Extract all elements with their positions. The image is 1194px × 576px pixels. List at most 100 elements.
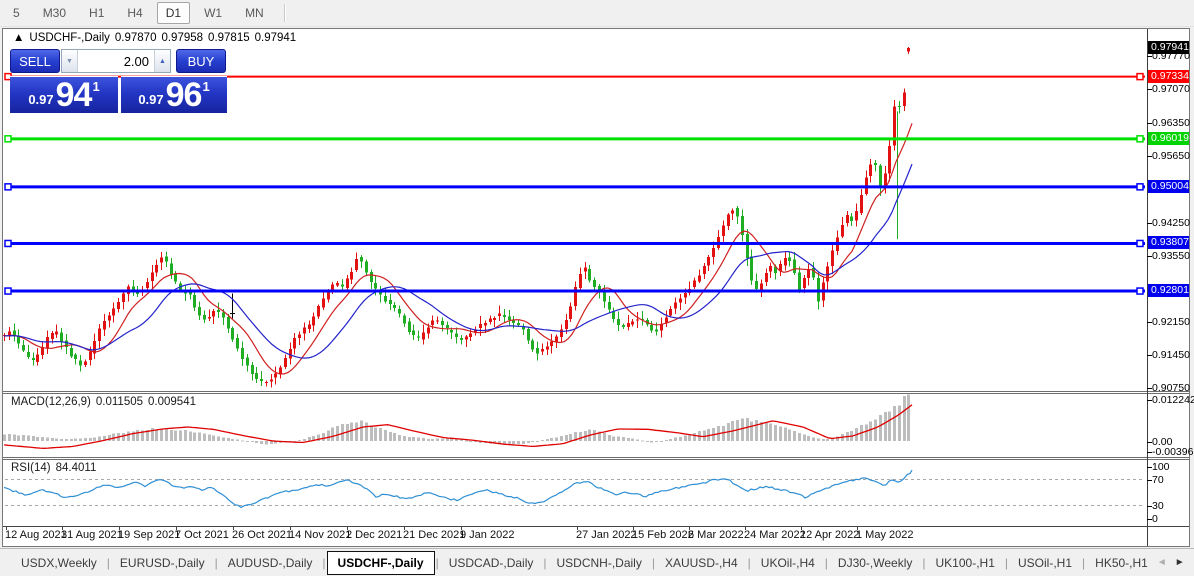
level-line-handle[interactable] (1136, 72, 1144, 81)
macd-value-signal: 0.009541 (148, 396, 196, 408)
timeframe-toolbar: 5 M30 H1 H4 D1 W1 MN (0, 0, 1194, 27)
level-line-handle[interactable] (4, 135, 12, 143)
timeframe-button-5[interactable]: 5 (4, 2, 29, 24)
sell-price-big: 94 (55, 76, 93, 114)
sell-price-prefix: 0.97 (28, 92, 54, 107)
timeframe-button-d1[interactable]: D1 (156, 2, 191, 24)
date-axis-label: 14 Nov 2021 (289, 529, 352, 541)
level-price-label: 0.96019 (1148, 131, 1189, 145)
tab-separator: | (747, 555, 751, 570)
tab-scroll-left-icon[interactable]: ◄ (1157, 557, 1167, 568)
date-axis-label: 31 Aug 2021 (61, 529, 123, 541)
volume-decrease-icon[interactable]: ▼ (62, 50, 78, 72)
timeframe-button-w1[interactable]: W1 (195, 2, 231, 24)
ohlc-close: 0.97941 (254, 32, 297, 44)
sell-button[interactable]: SELL (10, 49, 60, 73)
level-line-handle[interactable] (1136, 183, 1144, 191)
level-line-handle[interactable] (1136, 239, 1144, 248)
date-axis-label: 24 Mar 2022 (744, 529, 806, 541)
date-axis-label: 15 Feb 2022 (632, 529, 694, 541)
chart-tab-usoil-h1[interactable]: USOil-,H1 (1009, 552, 1081, 574)
level-line-handle[interactable] (1136, 135, 1144, 143)
level-price-label: 0.95004 (1148, 179, 1189, 193)
rsi-value: 84.4011 (55, 462, 97, 474)
tab-separator: | (1004, 555, 1009, 570)
chart-tab-xauusd-h4[interactable]: XAUUSD-,H4 (656, 552, 747, 574)
toolbar-divider (283, 4, 286, 22)
tab-separator: | (824, 555, 828, 570)
rsi-axis-label: 30 (1152, 500, 1164, 512)
tab-separator: | (106, 555, 110, 570)
tab-separator: | (1082, 555, 1086, 570)
price-axis-label: 0.96350 (1152, 117, 1190, 130)
tab-separator: | (651, 555, 655, 570)
price-axis-label: 0.91450 (1152, 348, 1190, 361)
volume-increase-icon[interactable]: ▲ (154, 50, 170, 72)
date-axis-label: 12 Apr 2022 (800, 529, 860, 541)
ohlc-high: 0.97958 (161, 32, 204, 44)
level-line-handle[interactable] (1136, 287, 1144, 295)
macd-indicator-label: MACD(12,26,9) 0.011505 0.009541 (11, 396, 201, 408)
tab-separator: | (922, 555, 926, 570)
date-axis-label: 26 Oct 2021 (232, 529, 292, 541)
date-axis-label: 19 Sep 2021 (118, 529, 181, 541)
chart-tab-usdcad-daily[interactable]: USDCAD-,Daily (440, 552, 543, 574)
chart-ohlc-title: ▲ USDCHF-,Daily 0.97870 0.97958 0.97815 0.979… (13, 32, 301, 44)
level-line-handle[interactable] (4, 183, 12, 191)
price-axis-label: 0.90750 (1152, 382, 1190, 395)
level-price-label: 0.92801 (1148, 284, 1189, 298)
tab-separator: | (543, 555, 547, 570)
chart-tab-hk50-h1[interactable]: HK50-,H1 (1086, 552, 1157, 574)
date-axis-label: 1 May 2022 (856, 529, 914, 541)
chart-tab-audusd-daily[interactable]: AUDUSD-,Daily (219, 552, 322, 574)
buy-price-prefix: 0.97 (138, 92, 164, 107)
chart-tab-dj30-weekly[interactable]: DJ30-,Weekly (829, 552, 921, 574)
macd-axis-label: -0.003963 (1152, 446, 1194, 458)
timeframe-button-m30[interactable]: M30 (34, 2, 75, 24)
macd-axis-label: 0.012242 (1152, 394, 1194, 406)
tab-scroll-right-icon[interactable]: ► (1175, 557, 1185, 568)
buy-price-big: 96 (165, 76, 203, 114)
chart-tab-ukoil-h4[interactable]: UKOil-,H4 (752, 552, 824, 574)
chart-tab-eurusd-daily[interactable]: EURUSD-,Daily (111, 552, 214, 574)
price-axis-label: 0.97070 (1152, 83, 1190, 96)
timeframe-button-h1[interactable]: H1 (80, 2, 113, 24)
volume-input[interactable]: 2.00 (78, 50, 154, 72)
date-axis-label: 12 Aug 2021 (5, 529, 67, 541)
level-price-label: 0.93807 (1148, 236, 1189, 250)
level-price-label: 0.97334 (1148, 69, 1189, 83)
symbol-name: USDCHF-,Daily (29, 32, 110, 44)
date-axis-label: 9 Jan 2022 (460, 529, 515, 541)
buy-price-pip: 1 (202, 79, 210, 94)
price-axis-label: 0.92150 (1152, 315, 1190, 328)
chart-tab-usdchf-daily[interactable]: USDCHF-,Daily (326, 550, 435, 575)
rsi-axis-label: 0 (1152, 513, 1158, 525)
rsi-name: RSI(14) (11, 462, 51, 474)
buy-button[interactable]: BUY (176, 49, 226, 73)
tab-separator: | (322, 555, 326, 570)
timeframe-button-mn[interactable]: MN (236, 2, 273, 24)
chart-tab-bar: USDX,Weekly | EURUSD-,Daily | AUDUSD-,Daily |… (0, 548, 1194, 576)
symbol-marker-icon: ▲ (13, 32, 25, 44)
date-axis-label: 2 Dec 2021 (346, 529, 403, 541)
level-line-handle[interactable] (4, 287, 12, 295)
ohlc-open: 0.97870 (114, 32, 157, 44)
price-axis-label: 0.95650 (1152, 150, 1190, 163)
sell-price-display[interactable]: 0.97 94 1 (10, 76, 118, 113)
chart-tab-uk100-h1[interactable]: UK100-,H1 (927, 552, 1004, 574)
price-axis-label: 0.94250 (1152, 216, 1190, 229)
chart-tab-usdcnh-daily[interactable]: USDCNH-,Daily (548, 552, 651, 574)
chart-tab-usdx-weekly[interactable]: USDX,Weekly (12, 552, 106, 574)
buy-price-display[interactable]: 0.97 96 1 (121, 76, 227, 113)
current-price-label: 0.97941 (1148, 40, 1189, 54)
tab-separator: | (435, 555, 439, 570)
macd-value-main: 0.011505 (95, 396, 144, 408)
tab-separator: | (214, 555, 218, 570)
volume-spinner: ▼ 2.00 ▲ (61, 49, 171, 73)
timeframe-button-h4[interactable]: H4 (118, 2, 151, 24)
price-axis-label: 0.93550 (1152, 249, 1190, 262)
date-axis-label: 6 Mar 2022 (688, 529, 744, 541)
date-axis-label: 27 Jan 2022 (576, 529, 637, 541)
level-line-handle[interactable] (4, 239, 12, 248)
date-axis-label: 21 Dec 2021 (403, 529, 466, 541)
